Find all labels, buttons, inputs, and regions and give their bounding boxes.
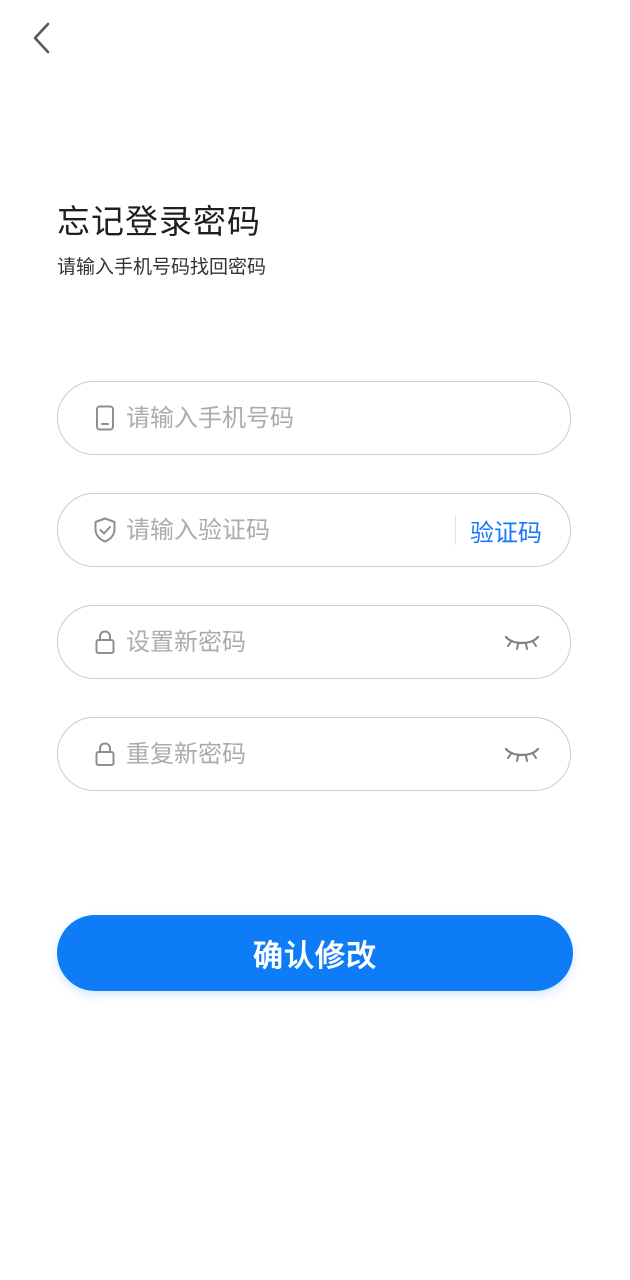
repeat-password-input[interactable]: [126, 734, 502, 774]
new-password-field[interactable]: [57, 605, 571, 679]
lock-icon: [92, 741, 118, 767]
page-subtitle: 请输入手机号码找回密码: [57, 256, 267, 278]
get-code-button[interactable]: 验证码: [470, 513, 546, 548]
eye-closed-icon[interactable]: [502, 627, 542, 657]
verification-code-field[interactable]: 验证码: [57, 493, 571, 567]
new-password-input[interactable]: [126, 622, 502, 662]
eye-closed-icon[interactable]: [502, 739, 542, 769]
confirm-change-button[interactable]: 确认修改: [57, 915, 573, 991]
phone-input[interactable]: [126, 398, 546, 438]
lock-icon: [92, 629, 118, 655]
page-title: 忘记登录密码: [57, 202, 261, 241]
phone-icon: [92, 405, 118, 431]
back-button[interactable]: [22, 18, 62, 62]
repeat-password-field[interactable]: [57, 717, 571, 791]
phone-field[interactable]: [57, 381, 571, 455]
shield-icon: [92, 517, 118, 543]
field-divider: [455, 515, 456, 545]
verification-code-input[interactable]: [126, 510, 447, 550]
chevron-left-icon: [32, 21, 52, 59]
